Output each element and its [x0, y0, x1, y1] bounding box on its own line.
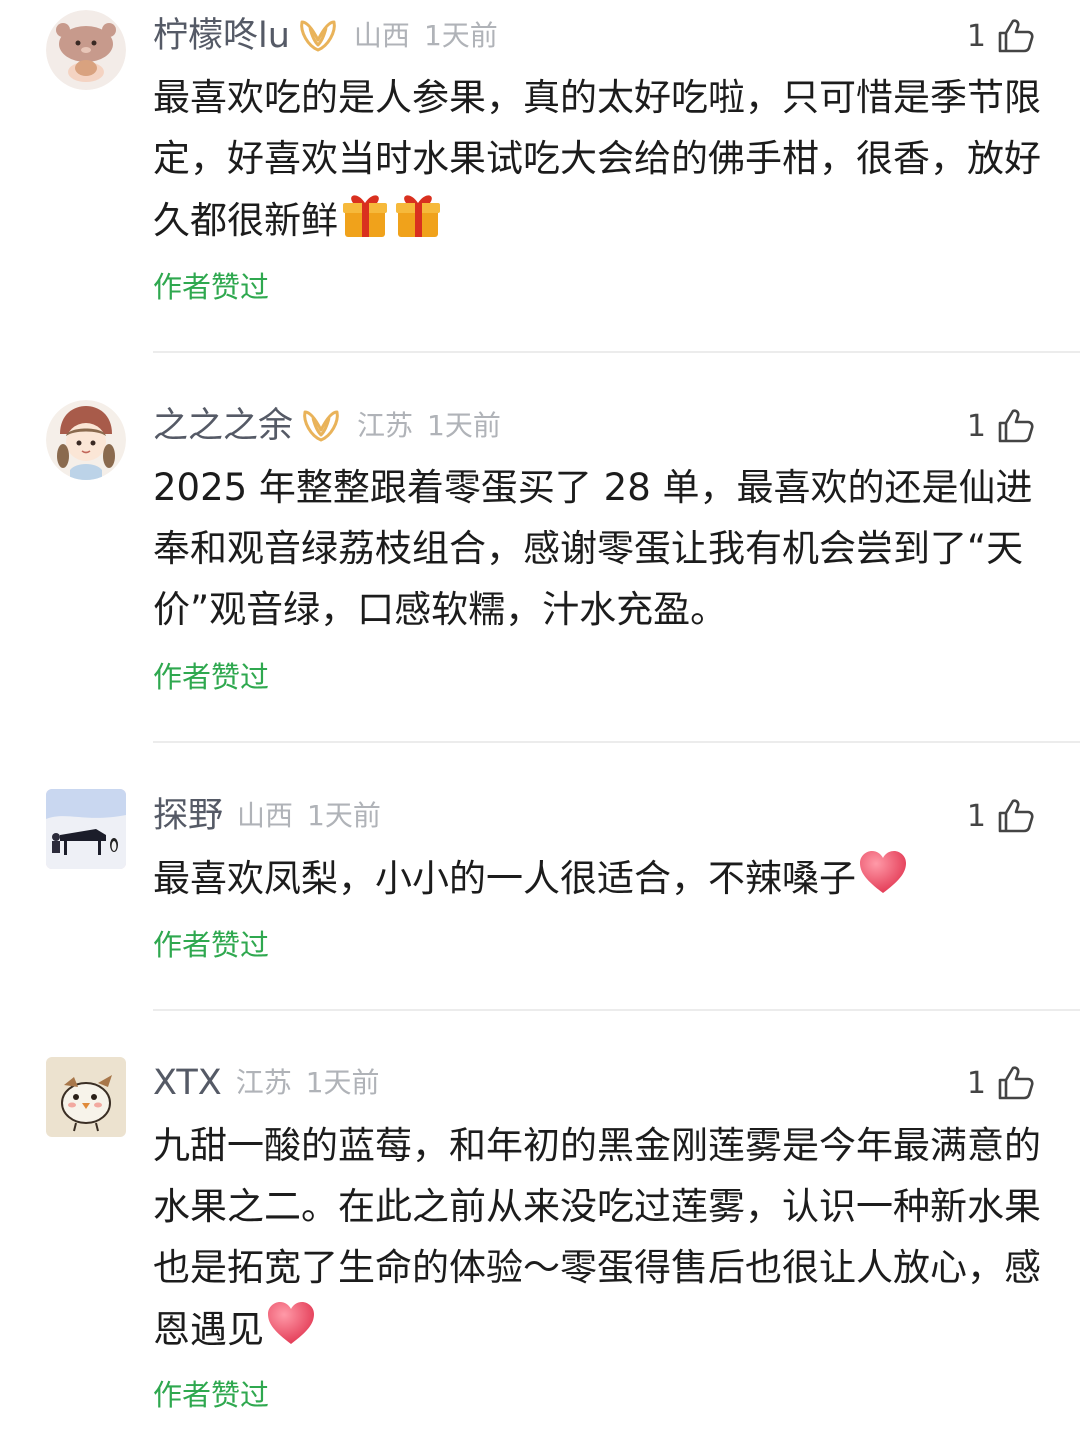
like-count: 1	[966, 18, 986, 54]
comment-text: 2025 年整整跟着零蛋买了 28 单，最喜欢的还是仙进奉和观音绿荔枝组合，感谢…	[153, 457, 1043, 640]
location-label: 江苏	[357, 409, 414, 442]
like-button[interactable]: 1	[967, 13, 1034, 59]
timestamp: 1天前	[423, 19, 498, 52]
like-count: 1	[966, 1065, 986, 1101]
author-liked-label: 作者赞过	[153, 660, 270, 694]
thumbs-up-icon[interactable]	[996, 407, 1034, 445]
like-button[interactable]: 1	[967, 403, 1034, 449]
timestamp: 1天前	[307, 799, 381, 832]
location-label: 山西	[353, 19, 410, 52]
avatar[interactable]	[46, 789, 126, 869]
avatar[interactable]	[46, 1057, 126, 1137]
comment-header: 探野 山西 1天前	[153, 793, 381, 839]
like-button[interactable]: 1	[967, 1060, 1034, 1106]
comment-text: 九甜一酸的蓝莓，和年初的黑金刚莲雾是今年最满意的水果之二。在此之前从来没吃过莲雾…	[153, 1115, 1043, 1360]
divider	[153, 1009, 1080, 1011]
author-liked-label: 作者赞过	[153, 1378, 270, 1412]
comment-text: 最喜欢凤梨，小小的一人很适合，不辣嗓子	[153, 847, 1043, 909]
avatar[interactable]	[46, 10, 126, 90]
divider	[153, 741, 1080, 743]
comment-text-content: 最喜欢吃的是人参果，真的太好吃啦，只可惜是季节限定，好喜欢当时水果试吃大会给的佛…	[153, 76, 1041, 242]
comment-header: 柠檬咚lu 山西 1天前	[153, 13, 498, 59]
heart-emoji-icon	[265, 1298, 317, 1350]
author-liked-label: 作者赞过	[153, 270, 270, 304]
comment-text-content: 最喜欢凤梨，小小的一人很适合，不辣嗓子	[153, 857, 856, 900]
thumbs-up-icon[interactable]	[996, 797, 1034, 835]
username[interactable]: 之之之余	[153, 403, 293, 449]
like-count: 1	[966, 408, 986, 444]
comment-header: 之之之余 江苏 1天前	[153, 403, 501, 449]
timestamp: 1天前	[305, 1066, 380, 1099]
location-label: 山西	[237, 799, 294, 832]
thumbs-up-icon[interactable]	[996, 17, 1034, 55]
comment-text: 最喜欢吃的是人参果，真的太好吃啦，只可惜是季节限定，好喜欢当时水果试吃大会给的佛…	[153, 67, 1043, 251]
avatar[interactable]	[46, 400, 126, 480]
like-count: 1	[966, 798, 986, 834]
username[interactable]: 柠檬咚lu	[153, 13, 290, 59]
gift-emoji-icon	[339, 189, 391, 241]
comment-header: XTX 江苏 1天前	[153, 1060, 380, 1106]
timestamp: 1天前	[427, 409, 501, 442]
thumbs-up-icon[interactable]	[996, 1064, 1034, 1102]
vip-badge-icon	[298, 18, 338, 54]
comment-list: 柠檬咚lu 山西 1天前 1 最喜欢吃的是人参果，真的太好吃啦，只可惜是季节限定…	[0, 0, 1080, 1431]
author-liked-label: 作者赞过	[153, 928, 270, 962]
location-label: 江苏	[235, 1066, 292, 1099]
divider	[153, 351, 1080, 353]
gift-emoji-icon	[392, 189, 444, 241]
heart-emoji-icon	[857, 847, 909, 899]
like-button[interactable]: 1	[967, 793, 1034, 839]
username[interactable]: XTX	[153, 1060, 222, 1106]
username[interactable]: 探野	[153, 793, 223, 839]
comment-text-content: 2025 年整整跟着零蛋买了 28 单，最喜欢的还是仙进奉和观音绿荔枝组合，感谢…	[153, 466, 1033, 631]
vip-badge-icon	[301, 408, 341, 444]
